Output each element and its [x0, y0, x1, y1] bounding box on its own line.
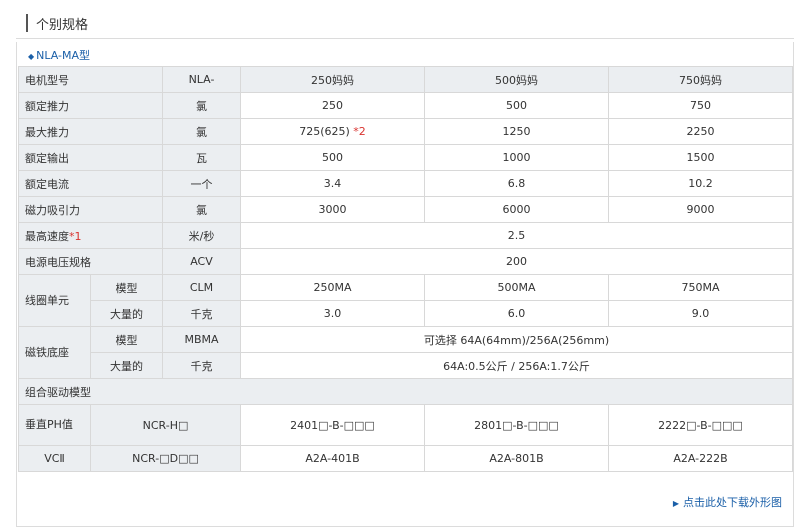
row-unit: 米/秒	[162, 222, 241, 249]
row-label: 电源电压规格	[18, 248, 163, 275]
table-row: 大量的 千克 3.0 6.0 9.0	[19, 300, 793, 327]
row-unit: CLM	[162, 274, 241, 301]
row-model-code: NCR-□D□□	[90, 445, 241, 472]
row-value: 2222□-B-□□□	[608, 404, 793, 446]
row-label: 额定推力	[18, 92, 163, 119]
row-value: 2.5	[240, 222, 793, 249]
row-value: 750MA	[608, 274, 793, 301]
diamond-icon: ◆	[28, 52, 35, 61]
row-value: A2A-401B	[240, 445, 425, 472]
row-value-text: 725(625)	[299, 125, 350, 138]
combo-section-title: 组合驱动模型	[18, 378, 793, 405]
download-drawing-link[interactable]: ▶ 点击此处下载外形图	[673, 494, 782, 510]
row-label: 最高速度*1	[18, 222, 163, 249]
header-label: 电机型号	[18, 66, 163, 93]
header-col-250: 250妈妈	[240, 66, 425, 93]
magnet-group-label: 磁铁底座	[18, 326, 91, 379]
model-tag-label: NLA-MA型	[36, 49, 91, 62]
row-value: 6.0	[424, 300, 609, 327]
row-label: VCⅡ	[18, 445, 91, 472]
row-model-code: NCR-H□	[90, 404, 241, 446]
row-unit: 千克	[162, 300, 241, 327]
row-value: 3.4	[240, 170, 425, 197]
row-unit: 一个	[162, 170, 241, 197]
row-unit: 氯	[162, 118, 241, 145]
table-row: 最大推力 氯 725(625) *2 1250 2250	[18, 118, 793, 145]
table-row: 额定电流 一个 3.4 6.8 10.2	[18, 170, 793, 197]
row-value: 725(625) *2	[240, 118, 425, 145]
header-unit: NLA-	[162, 66, 241, 93]
row-value: 500	[240, 144, 425, 171]
table-row: 最高速度*1 米/秒 2.5	[18, 222, 793, 249]
row-value: A2A-801B	[424, 445, 609, 472]
header-col-500: 500妈妈	[424, 66, 609, 93]
footnote-mark: *1	[69, 229, 82, 243]
row-sublabel: 大量的	[90, 300, 163, 327]
triangle-right-icon: ▶	[672, 499, 679, 508]
row-sublabel: 模型	[90, 326, 163, 353]
row-value: 1000	[424, 144, 609, 171]
row-value: 500	[424, 92, 609, 119]
table-row: 额定推力 氯 250 500 750	[18, 92, 793, 119]
table-header-row: 电机型号 NLA- 250妈妈 500妈妈 750妈妈	[18, 66, 793, 93]
row-unit: 千克	[162, 352, 241, 379]
row-sublabel: 模型	[90, 274, 163, 301]
row-value: 2401□-B-□□□	[240, 404, 425, 446]
table-row: 磁铁底座 模型 MBMA 可选择 64A(64mm)/256A(256mm)	[18, 326, 793, 379]
row-value: 200	[240, 248, 793, 275]
table-row: 磁力吸引力 氯 3000 6000 9000	[18, 196, 793, 223]
row-value: 9.0	[608, 300, 793, 327]
row-label: 额定电流	[18, 170, 163, 197]
row-value: 3.0	[240, 300, 425, 327]
row-value: 可选择 64A(64mm)/256A(256mm)	[240, 326, 793, 353]
table-row: 额定输出 瓦 500 1000 1500	[18, 144, 793, 171]
row-label-text: 最高速度	[25, 229, 69, 243]
table-row: 电源电压规格 ACV 200	[18, 248, 793, 275]
row-value: 2801□-B-□□□	[424, 404, 609, 446]
model-tag: ◆ NLA-MA型	[28, 47, 90, 63]
section-title: 个别规格	[36, 18, 89, 33]
table-row: VCⅡ NCR-□D□□ A2A-401B A2A-801B A2A-222B	[18, 445, 793, 472]
footnote-mark: *2	[353, 125, 366, 138]
section-header: 个别规格	[16, 8, 794, 39]
row-value: 9000	[608, 196, 793, 223]
row-value: 6.8	[424, 170, 609, 197]
row-value: 250	[240, 92, 425, 119]
row-value: 500MA	[424, 274, 609, 301]
download-link-label[interactable]: 点击此处下载外形图	[683, 496, 782, 509]
row-unit: 氯	[162, 196, 241, 223]
row-value: 750	[608, 92, 793, 119]
coil-group-label: 线圈单元	[18, 274, 91, 327]
row-label: 最大推力	[18, 118, 163, 145]
table-row: 垂直PH值 NCR-H□ 2401□-B-□□□ 2801□-B-□□□ 222…	[18, 404, 793, 446]
header-accent-bar	[26, 14, 28, 32]
row-unit: MBMA	[162, 326, 241, 353]
row-unit: 瓦	[162, 144, 241, 171]
row-value: 2250	[608, 118, 793, 145]
header-col-750: 750妈妈	[608, 66, 793, 93]
row-unit: ACV	[162, 248, 241, 275]
row-value: 64A:0.5公斤 / 256A:1.7公斤	[240, 352, 793, 379]
row-value: 1500	[608, 144, 793, 171]
row-label: 额定输出	[18, 144, 163, 171]
table-section-row: 组合驱动模型	[18, 378, 793, 405]
row-value: 250MA	[240, 274, 425, 301]
row-value: A2A-222B	[608, 445, 793, 472]
row-label: 磁力吸引力	[18, 196, 163, 223]
row-value: 10.2	[608, 170, 793, 197]
row-sublabel: 大量的	[90, 352, 163, 379]
row-value: 6000	[424, 196, 609, 223]
row-value: 3000	[240, 196, 425, 223]
table-row: 线圈单元 模型 CLM 250MA 500MA 750MA	[18, 274, 793, 327]
row-unit: 氯	[162, 92, 241, 119]
spec-table: 电机型号 NLA- 250妈妈 500妈妈 750妈妈 额定推力 氯 250 5…	[18, 66, 793, 472]
row-value: 1250	[424, 118, 609, 145]
table-row: 大量的 千克 64A:0.5公斤 / 256A:1.7公斤	[19, 352, 793, 379]
row-label: 垂直PH值	[18, 404, 91, 446]
